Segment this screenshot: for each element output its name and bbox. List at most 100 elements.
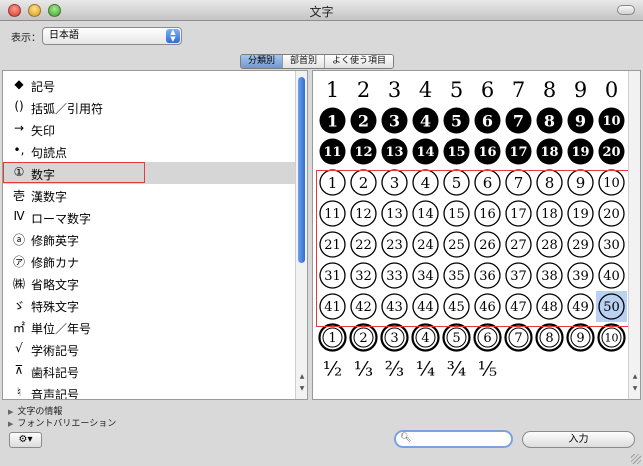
character-cell[interactable]: 9 <box>567 107 594 134</box>
character-cell[interactable]: 6 <box>474 107 501 134</box>
character-cell[interactable]: 11 <box>319 200 346 227</box>
category-item[interactable]: ㈱省略文字 <box>3 272 297 294</box>
character-cell[interactable]: 10 <box>597 323 626 352</box>
category-item[interactable]: ⓐ 修飾英字 <box>3 228 297 250</box>
character-cell[interactable]: 23 <box>381 231 408 258</box>
character-cell[interactable]: 6 <box>473 323 502 352</box>
character-cell[interactable]: 41 <box>319 293 346 320</box>
character-cell[interactable]: 37 <box>505 262 532 289</box>
character-cell[interactable]: 18 <box>536 138 563 165</box>
category-item[interactable]: ゞ特殊文字 <box>3 294 297 316</box>
search-input[interactable] <box>412 433 506 446</box>
character-cell[interactable]: 16 <box>474 200 501 227</box>
character-cell[interactable]: 8 <box>543 78 556 102</box>
character-cell[interactable]: 6 <box>481 78 494 102</box>
character-cell[interactable]: 7 <box>505 107 532 134</box>
character-cell[interactable]: 18 <box>536 200 563 227</box>
scroll-down-icon[interactable]: ▼ <box>297 385 307 392</box>
category-scrollbar[interactable]: ▲ ▼ <box>295 71 307 399</box>
category-item[interactable]: ♮ 音声記号 <box>3 382 297 399</box>
character-cell[interactable]: ⅔ <box>385 357 404 381</box>
character-cell[interactable]: 3 <box>381 169 408 196</box>
category-scroll-thumb[interactable] <box>298 77 305 263</box>
character-cell[interactable]: 5 <box>443 107 470 134</box>
tab-by-radical[interactable]: 部首別 <box>282 55 325 68</box>
character-cell[interactable]: 35 <box>443 262 470 289</box>
category-item[interactable]: Ⅳ ローマ数字 <box>3 206 297 228</box>
character-cell[interactable]: 15 <box>443 200 470 227</box>
character-cell[interactable]: 14 <box>412 200 439 227</box>
character-cell[interactable]: 8 <box>536 107 563 134</box>
character-cell[interactable]: 45 <box>443 293 470 320</box>
character-cell[interactable]: 28 <box>536 231 563 258</box>
character-cell[interactable]: 13 <box>381 200 408 227</box>
toolbar-toggle-button[interactable] <box>617 5 635 15</box>
character-cell[interactable]: 3 <box>381 107 408 134</box>
character-cell[interactable]: ½ <box>323 357 342 381</box>
character-cell[interactable]: 27 <box>505 231 532 258</box>
character-cell[interactable]: 42 <box>350 293 377 320</box>
character-cell[interactable]: ⅓ <box>354 357 373 381</box>
scroll-up-icon[interactable]: ▲ <box>297 373 307 380</box>
character-cell[interactable]: 9 <box>567 169 594 196</box>
character-cell[interactable]: 12 <box>350 200 377 227</box>
character-cell[interactable]: 10 <box>598 107 625 134</box>
character-cell[interactable]: 5 <box>442 323 471 352</box>
character-cell[interactable]: 14 <box>412 138 439 165</box>
character-cell[interactable]: 2 <box>350 107 377 134</box>
character-cell[interactable]: 2 <box>357 78 370 102</box>
tab-by-category[interactable]: 分類別 <box>241 55 283 68</box>
title-bar[interactable]: 文字 <box>0 0 643 21</box>
character-cell[interactable]: 13 <box>381 138 408 165</box>
category-item[interactable]: ㋐修飾カナ <box>3 250 297 272</box>
character-cell[interactable]: 46 <box>474 293 501 320</box>
character-cell[interactable]: 17 <box>505 138 532 165</box>
character-cell[interactable]: 31 <box>319 262 346 289</box>
character-cell[interactable]: 10 <box>598 169 625 196</box>
character-cell[interactable]: 25 <box>443 231 470 258</box>
character-cell[interactable]: 0 <box>605 78 618 102</box>
character-cell[interactable]: 21 <box>319 231 346 258</box>
character-cell[interactable]: 39 <box>567 262 594 289</box>
character-cell[interactable]: ⅕ <box>478 357 497 381</box>
character-cell[interactable]: 49 <box>567 293 594 320</box>
action-menu-button[interactable]: ⚙▾ <box>9 432 42 448</box>
character-cell[interactable]: 19 <box>567 138 594 165</box>
character-cell[interactable]: 22 <box>350 231 377 258</box>
character-cell[interactable]: 2 <box>350 169 377 196</box>
character-cell[interactable]: 19 <box>567 200 594 227</box>
category-item[interactable]: ⊼ 歯科記号 <box>3 360 297 382</box>
character-cell[interactable]: 4 <box>419 78 432 102</box>
character-cell[interactable]: 32 <box>350 262 377 289</box>
character-cell[interactable]: ¾ <box>447 357 466 381</box>
character-cell[interactable]: 4 <box>411 323 440 352</box>
character-cell[interactable]: 24 <box>412 231 439 258</box>
character-cell[interactable]: 3 <box>388 78 401 102</box>
character-cell[interactable]: 4 <box>412 107 439 134</box>
character-cell[interactable]: 6 <box>474 169 501 196</box>
character-cell[interactable]: 7 <box>505 169 532 196</box>
character-cell[interactable]: 20 <box>598 200 625 227</box>
resize-grip[interactable] <box>631 454 641 464</box>
character-cell[interactable]: 16 <box>474 138 501 165</box>
character-cell[interactable]: 3 <box>380 323 409 352</box>
character-cell[interactable]: 4 <box>412 169 439 196</box>
character-cell[interactable]: 48 <box>536 293 563 320</box>
character-cell[interactable]: 1 <box>326 78 339 102</box>
character-cell[interactable]: 47 <box>505 293 532 320</box>
tab-favorites[interactable]: よく使う項目 <box>324 55 394 68</box>
character-cell[interactable]: 50 <box>596 291 627 322</box>
scroll-up-icon[interactable]: ▲ <box>630 373 640 380</box>
category-item[interactable]: √ 学術記号 <box>3 338 297 360</box>
character-cell[interactable]: 8 <box>535 323 564 352</box>
character-cell[interactable]: 9 <box>574 78 587 102</box>
character-cell[interactable]: 7 <box>504 323 533 352</box>
character-cell[interactable]: 1 <box>319 107 346 134</box>
character-cell[interactable]: 38 <box>536 262 563 289</box>
character-cell[interactable]: 1 <box>319 169 346 196</box>
character-cell[interactable]: 44 <box>412 293 439 320</box>
character-cell[interactable]: 29 <box>567 231 594 258</box>
character-cell[interactable]: 20 <box>598 138 625 165</box>
character-cell[interactable]: 2 <box>349 323 378 352</box>
character-cell[interactable]: 34 <box>412 262 439 289</box>
